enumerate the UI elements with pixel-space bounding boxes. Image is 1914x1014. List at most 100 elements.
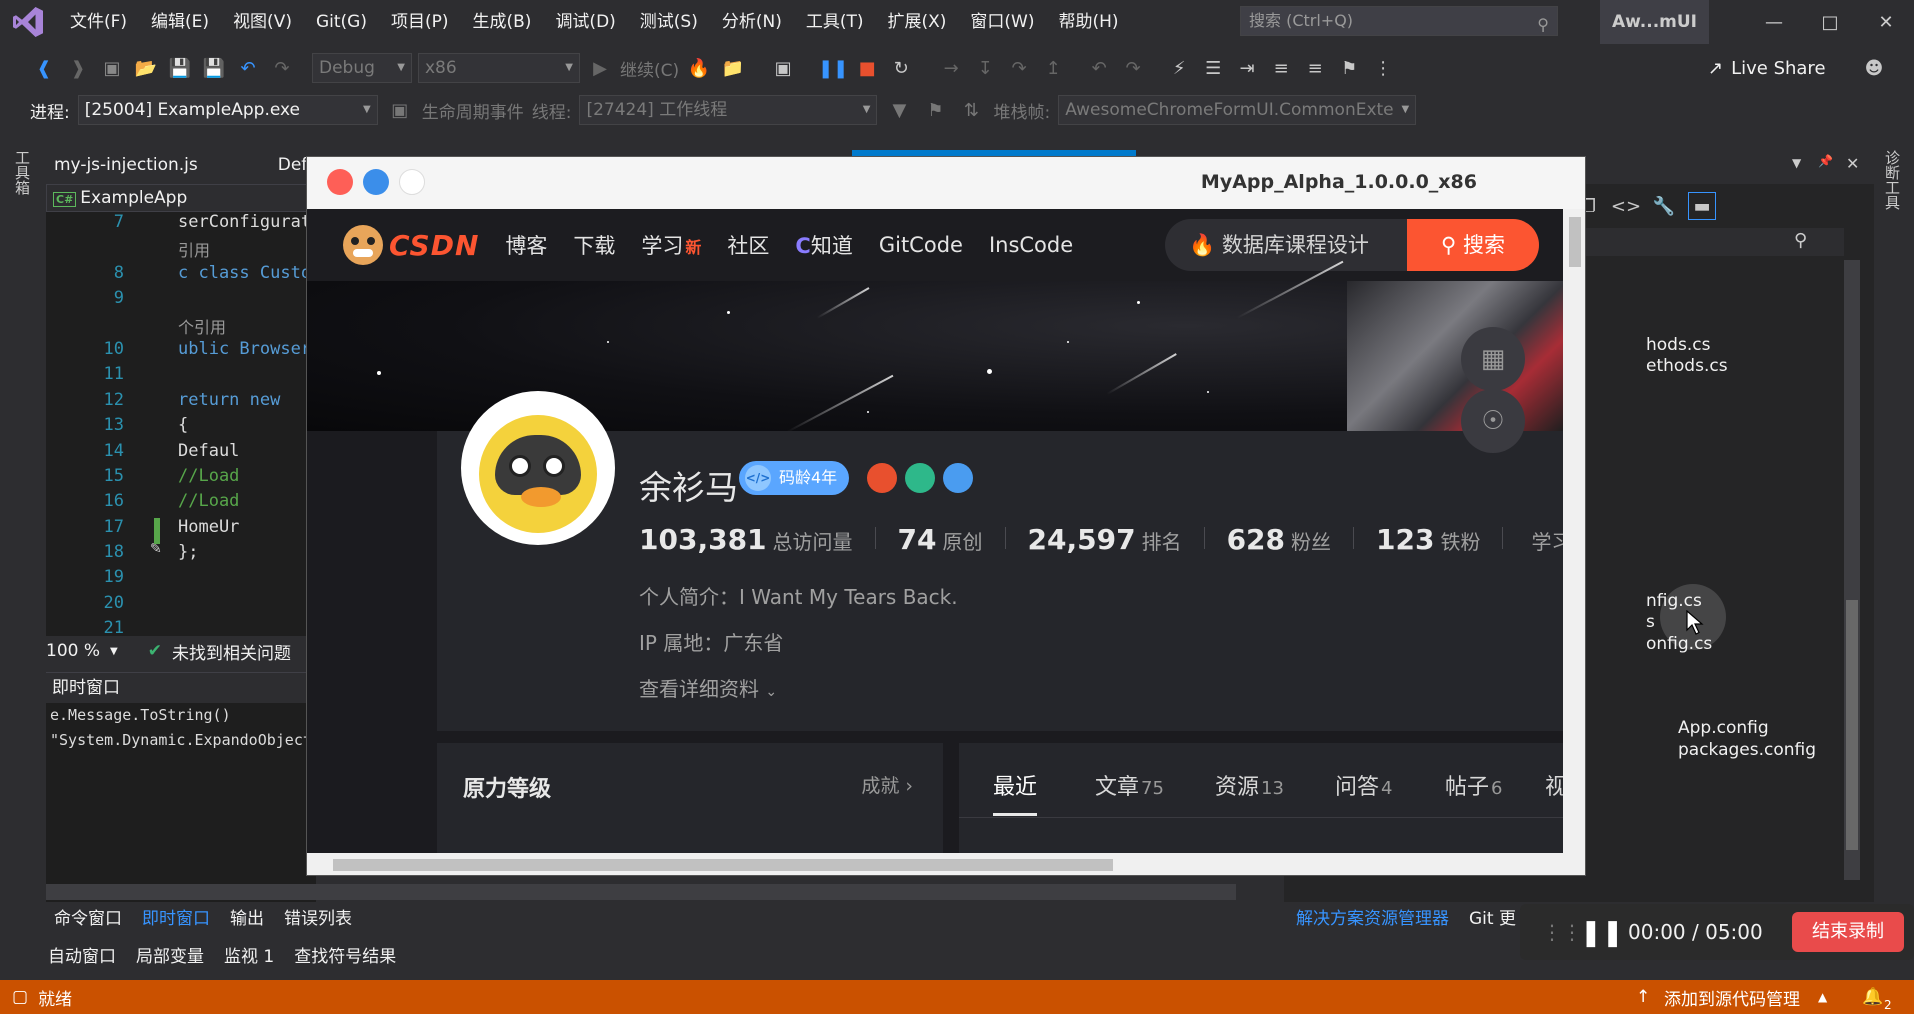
lifecycle-events-icon[interactable]: ▣ bbox=[386, 96, 414, 124]
immediate-window[interactable]: 即时窗口 e.Message.ToString() "System.Dynami… bbox=[46, 672, 316, 902]
tab-solution-explorer[interactable]: 解决方案资源管理器 bbox=[1288, 904, 1457, 934]
lifecycle-events-label[interactable]: 生命周期事件 bbox=[422, 98, 524, 123]
filter-icon[interactable]: ▼ bbox=[885, 96, 913, 124]
step-over-icon[interactable]: ↷ bbox=[1005, 54, 1033, 82]
toggle-threads-icon[interactable]: ⇅ bbox=[957, 96, 985, 124]
stat-item[interactable]: 123 铁粉 bbox=[1376, 523, 1480, 556]
menu-item[interactable]: 视图(V) bbox=[221, 0, 304, 44]
content-tab[interactable]: 问答 4 bbox=[1335, 769, 1392, 801]
thread-select[interactable]: [27424] 工作线程 ▼ bbox=[579, 95, 878, 125]
code-view-icon[interactable]: <> bbox=[1611, 192, 1641, 220]
qrcode-icon[interactable]: ▦ bbox=[1461, 327, 1525, 391]
panel-menu-icon[interactable]: ▼ bbox=[1792, 156, 1801, 170]
nav-link-zhidao[interactable]: C知道 bbox=[795, 230, 852, 260]
redo-icon[interactable]: ↷ bbox=[268, 54, 296, 82]
menu-item[interactable]: 工具(T) bbox=[794, 0, 876, 44]
open-folder-icon[interactable]: 📂 bbox=[132, 54, 160, 82]
maximize-button[interactable]: □ bbox=[1802, 0, 1858, 44]
navigate-forward-icon[interactable]: ❱ bbox=[64, 54, 92, 82]
undo-icon[interactable]: ↶ bbox=[234, 54, 262, 82]
solution-item[interactable]: s bbox=[1646, 612, 1655, 632]
menu-item[interactable]: 扩展(X) bbox=[876, 0, 959, 44]
stat-item[interactable]: 103,381 总访问量 bbox=[639, 523, 853, 556]
stat-item[interactable]: 628 粉丝 bbox=[1227, 523, 1331, 556]
menu-item[interactable]: 测试(S) bbox=[628, 0, 710, 44]
step-out-icon[interactable]: ↥ bbox=[1039, 54, 1067, 82]
csdn-logo[interactable]: CSDN bbox=[343, 225, 479, 265]
menu-item[interactable]: Git(G) bbox=[304, 0, 379, 44]
solution-item[interactable]: hods.cs bbox=[1646, 335, 1710, 355]
continue-play-icon[interactable]: ▶ bbox=[586, 54, 614, 82]
menu-item[interactable]: 窗口(W) bbox=[958, 0, 1046, 44]
menu-item[interactable]: 调试(D) bbox=[543, 0, 627, 44]
zoom-level[interactable]: 100 % bbox=[46, 641, 100, 661]
configuration-select[interactable]: Debug ▼ bbox=[312, 53, 412, 83]
content-tab[interactable]: 最近 bbox=[993, 769, 1039, 801]
tab-git-changes[interactable]: Git 更 bbox=[1461, 904, 1524, 934]
solution-item[interactable]: ethods.cs bbox=[1646, 356, 1728, 376]
app-vertical-scroll-thumb[interactable] bbox=[1569, 217, 1581, 267]
menu-item[interactable]: 编辑(E) bbox=[139, 0, 221, 44]
menu-item[interactable]: 文件(F) bbox=[58, 0, 139, 44]
menu-item[interactable]: 帮助(H) bbox=[1047, 0, 1131, 44]
process-select[interactable]: [25004] ExampleApp.exe ▼ bbox=[77, 95, 378, 125]
content-tab[interactable]: 帖子 6 bbox=[1445, 769, 1502, 801]
tab-js-injection[interactable]: my-js-injection.js bbox=[44, 148, 208, 182]
nav-link-community[interactable]: 社区 bbox=[727, 230, 769, 260]
stat-item[interactable]: 74 原创 bbox=[898, 523, 983, 556]
chevron-up-icon[interactable]: ▲ bbox=[1818, 990, 1827, 1004]
stop-recording-button[interactable]: 结束录制 bbox=[1792, 912, 1904, 952]
comment-icon[interactable]: ≡ bbox=[1267, 54, 1295, 82]
browse-folder-icon[interactable]: 📁 bbox=[719, 54, 747, 82]
flag-threads-icon[interactable]: ⚑ bbox=[921, 96, 949, 124]
undo-disabled-icon[interactable]: ↶ bbox=[1085, 54, 1113, 82]
app-horizontal-scroll-thumb[interactable] bbox=[333, 859, 1113, 871]
bookmark-icon[interactable]: ⚑ bbox=[1335, 54, 1363, 82]
view-details-link[interactable]: 查看详细资料 ⌄ bbox=[639, 673, 777, 702]
menu-item[interactable]: 项目(P) bbox=[379, 0, 461, 44]
properties-wrench-icon[interactable]: 🔧 bbox=[1650, 192, 1678, 220]
content-tab[interactable]: 文章 75 bbox=[1095, 769, 1164, 801]
nav-link-download[interactable]: 下载 bbox=[573, 230, 615, 260]
medal-user-icon[interactable] bbox=[905, 463, 935, 493]
screenshot-icon[interactable]: ▣ bbox=[769, 54, 797, 82]
menu-item[interactable]: 分析(N) bbox=[710, 0, 794, 44]
tab-find-symbol-results[interactable]: 查找符号结果 bbox=[286, 942, 404, 972]
drag-handle-icon[interactable]: ⋮⋮ bbox=[1542, 920, 1582, 944]
live-share-button[interactable]: ↗ Live Share bbox=[1708, 52, 1826, 86]
stat-item[interactable]: 24,597 排名 bbox=[1028, 523, 1182, 556]
tab-immediate-window[interactable]: 即时窗口 bbox=[134, 904, 218, 934]
tab-autos[interactable]: 自动窗口 bbox=[40, 942, 124, 972]
navigate-back-icon[interactable]: ❰ bbox=[30, 54, 58, 82]
nav-link-learn[interactable]: 学习新 bbox=[641, 230, 701, 260]
feedback-person-icon[interactable]: ☻ bbox=[1860, 54, 1888, 82]
tab-watch-1[interactable]: 监视 1 bbox=[216, 942, 282, 972]
tab-locals[interactable]: 局部变量 bbox=[128, 942, 212, 972]
pause-recording-icon[interactable]: ❚❚ bbox=[1580, 918, 1624, 948]
code-editor[interactable]: 7 serConfigurat 引用 8 c class Custo 9 个引用 10 ubl… bbox=[46, 212, 308, 636]
pause-icon[interactable]: ❚❚ bbox=[818, 54, 848, 82]
issues-status[interactable]: 未找到相关问题 bbox=[172, 639, 291, 664]
nav-link-blog[interactable]: 博客 bbox=[505, 230, 547, 260]
achievements-link[interactable]: 成就 › bbox=[861, 771, 913, 798]
content-tab[interactable]: 资源 13 bbox=[1215, 769, 1284, 801]
chevron-down-icon[interactable]: ▼ bbox=[110, 646, 118, 657]
csdn-search-button[interactable]: ⚲ 搜索 bbox=[1407, 219, 1539, 271]
pin-icon[interactable]: 📌 bbox=[1818, 154, 1833, 168]
tab-command-window[interactable]: 命令窗口 bbox=[46, 904, 130, 934]
medal-male-icon[interactable] bbox=[943, 463, 973, 493]
add-to-source-control[interactable]: 添加到源代码管理 bbox=[1664, 985, 1800, 1010]
indent-icon[interactable]: ⇥ bbox=[1233, 54, 1261, 82]
project-nav-dropdown[interactable]: C# ExampleApp bbox=[46, 184, 346, 212]
close-icon[interactable]: ✕ bbox=[1846, 154, 1859, 173]
toolbox-tab[interactable]: 工具箱 bbox=[12, 150, 33, 195]
close-window-button[interactable]: ✕ bbox=[1858, 0, 1914, 44]
quick-search-input[interactable]: 搜索 (Ctrl+Q) ⚲ bbox=[1240, 6, 1558, 36]
restart-icon[interactable]: ↻ bbox=[887, 54, 915, 82]
horizontal-scrollbar[interactable] bbox=[46, 884, 1236, 900]
stackframe-select[interactable]: AwesomeChromeFormUI.CommonExte ▼ bbox=[1058, 95, 1417, 125]
menu-item[interactable]: 生成(B) bbox=[461, 0, 544, 44]
source-control-upload-icon[interactable]: ↑ bbox=[1636, 987, 1650, 1007]
outline-icon[interactable]: ☰ bbox=[1199, 54, 1227, 82]
platform-select[interactable]: x86 ▼ bbox=[418, 53, 580, 83]
